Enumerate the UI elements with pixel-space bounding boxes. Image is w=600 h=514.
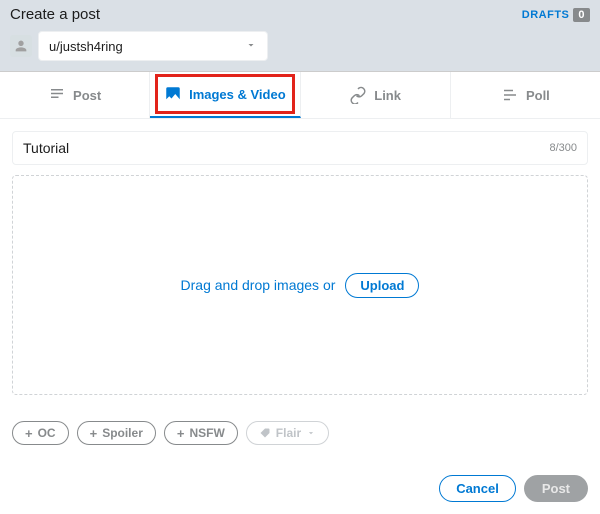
plus-icon: +	[177, 427, 185, 440]
title-char-count: 8/300	[549, 142, 577, 154]
plus-icon: +	[90, 427, 98, 440]
poll-icon	[501, 86, 519, 104]
community-name: u/justsh4ring	[49, 39, 123, 54]
tab-post[interactable]: Post	[0, 72, 150, 118]
post-button[interactable]: Post	[524, 475, 588, 502]
drafts-count-badge: 0	[573, 8, 590, 22]
image-icon	[164, 85, 182, 103]
tag-row: + OC + Spoiler + NSFW Flair	[0, 421, 600, 445]
tabs: Post Images & Video Link Poll	[0, 72, 600, 119]
drafts-button[interactable]: DRAFTS 0	[522, 8, 590, 22]
community-select[interactable]: u/justsh4ring	[38, 31, 268, 61]
dropzone-text: Drag and drop images or	[181, 277, 336, 293]
chevron-down-icon	[306, 428, 316, 438]
plus-icon: +	[25, 427, 33, 440]
tab-link-label: Link	[374, 88, 401, 103]
page-title: Create a post	[10, 6, 100, 23]
title-value: Tutorial	[23, 140, 69, 156]
cancel-button[interactable]: Cancel	[439, 475, 516, 502]
tab-poll-label: Poll	[526, 88, 550, 103]
oc-label: OC	[38, 426, 56, 440]
tab-images-video[interactable]: Images & Video	[150, 72, 300, 118]
header-row: Create a post DRAFTS 0	[10, 6, 590, 23]
avatar	[10, 35, 32, 57]
community-row: u/justsh4ring	[10, 31, 590, 61]
document-icon	[48, 86, 66, 104]
title-input[interactable]: Tutorial 8/300	[12, 131, 588, 165]
person-icon	[13, 38, 29, 54]
tag-icon	[259, 427, 271, 439]
content-area: Tutorial 8/300 Drag and drop images or U…	[0, 119, 600, 407]
oc-tag-button[interactable]: + OC	[12, 421, 69, 445]
tab-post-label: Post	[73, 88, 101, 103]
flair-label: Flair	[276, 426, 301, 440]
drafts-label: DRAFTS	[522, 9, 570, 21]
nsfw-tag-button[interactable]: + NSFW	[164, 421, 238, 445]
spoiler-tag-button[interactable]: + Spoiler	[77, 421, 156, 445]
footer: Cancel Post	[0, 463, 600, 514]
dropzone[interactable]: Drag and drop images or Upload	[12, 175, 588, 395]
tab-link[interactable]: Link	[301, 72, 451, 118]
spoiler-label: Spoiler	[102, 426, 143, 440]
chevron-down-icon	[245, 39, 257, 54]
tab-poll[interactable]: Poll	[451, 72, 600, 118]
header-bar: Create a post DRAFTS 0 u/justsh4ring	[0, 0, 600, 72]
nsfw-label: NSFW	[189, 426, 224, 440]
tab-images-label: Images & Video	[189, 87, 286, 102]
upload-button[interactable]: Upload	[345, 273, 419, 298]
link-icon	[349, 86, 367, 104]
flair-tag-button[interactable]: Flair	[246, 421, 329, 445]
